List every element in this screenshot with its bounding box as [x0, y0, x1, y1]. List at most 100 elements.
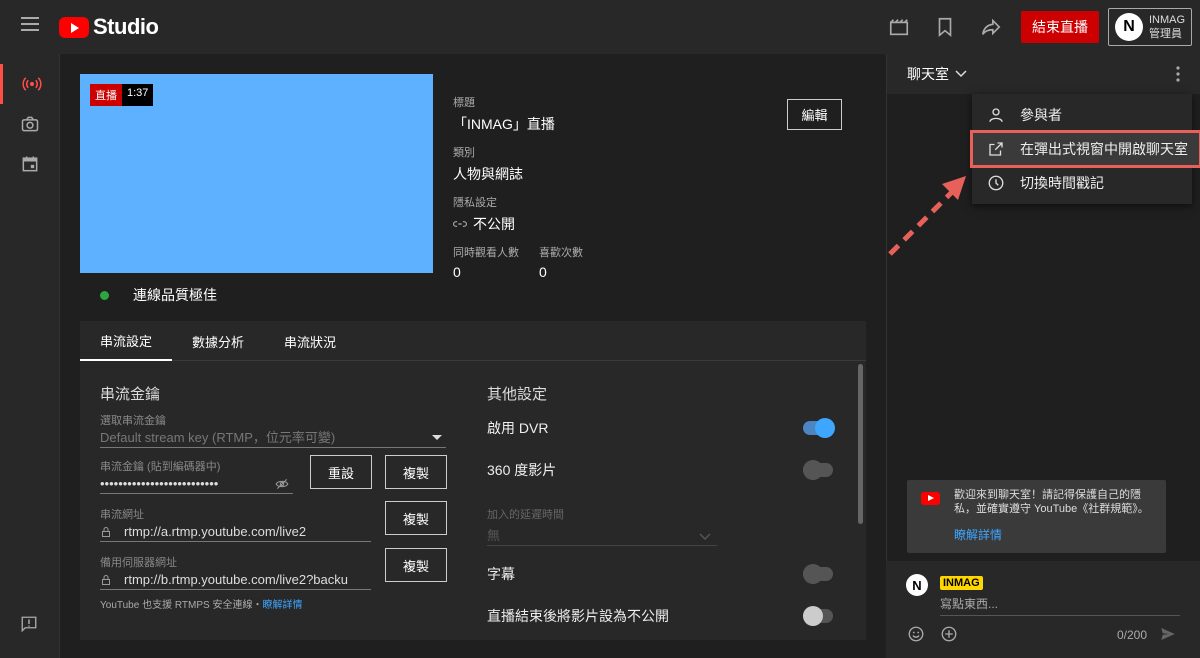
stream-details: 標題 「INMAG」直播 類別 人物與網誌 隱私設定 不公開 同時觀看人數 0 …	[453, 94, 583, 290]
copy-backup-url-button[interactable]: 複製	[385, 548, 447, 582]
captions-label: 字幕	[487, 566, 515, 582]
captions-row: 字幕	[487, 564, 837, 584]
nav-webcam[interactable]	[0, 104, 60, 144]
concurrent-viewers-value: 0	[453, 264, 461, 280]
nav-live-stream[interactable]	[0, 64, 60, 104]
edit-button[interactable]: 編輯	[787, 99, 842, 130]
vr-row: 360 度影片	[487, 460, 837, 480]
lock-icon	[102, 526, 110, 537]
live-broadcast-icon	[21, 77, 42, 91]
backup-url-field[interactable]: rtmp://b.rtmp.youtube.com/live2?backu	[100, 570, 371, 590]
stream-preview[interactable]: 直播 1:37	[80, 74, 433, 273]
chat-user-name: INMAG	[940, 576, 983, 590]
vr-label: 360 度影片	[487, 462, 557, 478]
studio-label: Studio	[93, 14, 159, 39]
tab-analytics[interactable]: 數據分析	[172, 321, 264, 361]
chat-input[interactable]: 寫點東西...	[940, 595, 1180, 616]
avatar: N	[1115, 13, 1143, 41]
chat-options-menu: 參與者 在彈出式視窗中開啟聊天室 切換時間戳記	[970, 94, 1200, 204]
menu-item-popout-chat[interactable]: 在彈出式視窗中開啟聊天室	[970, 130, 1200, 168]
tab-stream-health[interactable]: 串流狀況	[264, 321, 356, 361]
live-tag: 直播	[90, 84, 122, 106]
privacy-value-row: 不公開	[453, 214, 583, 234]
rtmps-note: YouTube 也支援 RTMPS 安全連線・	[100, 600, 263, 611]
select-key-dropdown[interactable]: Default stream key (RTMP，位元率可變)	[100, 428, 446, 448]
chat-title[interactable]: 聊天室	[907, 64, 949, 84]
stream-url-field[interactable]: rtmp://a.rtmp.youtube.com/live2	[100, 522, 371, 542]
rtmps-learn-more-link[interactable]: 瞭解詳情	[262, 600, 302, 611]
chat-input-area: N INMAG 寫點東西... 0/200	[886, 561, 1200, 658]
clock-icon	[986, 173, 1006, 193]
popout-icon	[986, 139, 1006, 159]
privacy-value: 不公開	[473, 216, 515, 232]
feedback-button[interactable]	[20, 615, 38, 638]
dropdown-arrow-icon	[432, 435, 442, 440]
char-count: 0/200	[1117, 628, 1148, 642]
calendar-icon	[22, 156, 38, 172]
other-settings-title: 其他設定	[487, 386, 548, 403]
clapperboard-icon[interactable]	[888, 16, 910, 38]
account-switcher[interactable]: N INMAG 管理員	[1108, 8, 1192, 46]
add-icon[interactable]	[940, 625, 958, 643]
settings-scrollbar[interactable]	[858, 364, 863, 524]
hamburger-menu-icon[interactable]	[21, 17, 39, 35]
likes-value: 0	[539, 264, 547, 280]
chat-input-placeholder: 寫點東西...	[940, 597, 999, 611]
unlist-label: 直播結束後將影片設為不公開	[487, 608, 669, 624]
tab-stream-settings[interactable]: 串流設定	[80, 321, 173, 361]
eye-off-icon[interactable]	[275, 477, 289, 491]
account-role: 管理員	[1149, 28, 1182, 40]
copy-url-button[interactable]: 複製	[385, 501, 447, 535]
welcome-learn-more-link[interactable]: 瞭解詳情	[954, 526, 1002, 543]
main-panel: 直播 1:37 標題 「INMAG」直播 類別 人物與網誌 隱私設定 不公開 同…	[80, 74, 866, 640]
likes-label: 喜歡次數	[539, 247, 583, 259]
chat-header: 聊天室	[887, 54, 1200, 94]
stream-key-value: ••••••••••••••••••••••••••	[100, 476, 219, 491]
category-value: 人物與網誌	[453, 166, 523, 182]
other-settings-section: 其他設定 啟用 DVR 360 度影片 加入的延遲時間 無 字幕 直播結束後將影…	[487, 383, 837, 626]
privacy-label: 隱私設定	[453, 197, 497, 209]
delay-value: 無	[487, 528, 501, 543]
youtube-play-icon	[59, 16, 89, 38]
select-key-value: Default stream key (RTMP，位元率可變)	[100, 430, 336, 445]
youtube-studio-logo[interactable]: Studio	[59, 14, 159, 40]
delay-dropdown: 無	[487, 526, 717, 546]
chat-avatar: N	[906, 574, 928, 596]
menu-item-toggle-timestamps[interactable]: 切換時間戳記	[972, 166, 1192, 200]
captions-toggle[interactable]	[803, 564, 833, 584]
unlist-toggle[interactable]	[803, 606, 833, 626]
title-label: 標題	[453, 97, 475, 109]
menu-item-label: 參與者	[1020, 107, 1062, 123]
chevron-down-icon[interactable]	[955, 70, 967, 78]
quality-label: 連線品質極佳	[133, 287, 217, 303]
end-live-button[interactable]: 結束直播	[1021, 11, 1099, 43]
category-label: 類別	[453, 147, 475, 159]
send-icon[interactable]	[1159, 625, 1177, 643]
elapsed-time: 1:37	[122, 84, 154, 106]
select-key-label: 選取串流金鑰	[100, 415, 166, 427]
dvr-row: 啟用 DVR	[487, 418, 837, 438]
more-vert-icon[interactable]	[1176, 66, 1180, 82]
tab-bar: 串流設定 數據分析 串流狀況	[80, 321, 866, 361]
rtmps-note-row: YouTube 也支援 RTMPS 安全連線・瞭解詳情	[100, 596, 446, 611]
nav-manage[interactable]	[0, 144, 60, 184]
lock-icon	[102, 574, 110, 585]
live-badge: 直播 1:37	[90, 84, 154, 106]
stream-key-title: 串流金鑰	[100, 386, 161, 403]
person-icon	[986, 105, 1006, 125]
menu-item-participants[interactable]: 參與者	[972, 98, 1192, 132]
top-bar: Studio 結束直播 N INMAG 管理員	[0, 0, 1200, 54]
account-name: INMAG	[1149, 14, 1186, 26]
stream-key-field[interactable]: ••••••••••••••••••••••••••	[100, 474, 293, 494]
vr-toggle[interactable]	[803, 460, 833, 480]
reset-key-button[interactable]: 重設	[310, 455, 372, 489]
stream-url-value: rtmp://a.rtmp.youtube.com/live2	[124, 523, 307, 539]
bookmark-icon[interactable]	[934, 16, 956, 38]
backup-url-value: rtmp://b.rtmp.youtube.com/live2?backu	[124, 571, 348, 587]
copy-key-button[interactable]: 複製	[385, 455, 447, 489]
link-icon	[453, 221, 467, 227]
welcome-text: 歡迎來到聊天室！請記得保護自己的隱私，並確實遵守 YouTube《社群規範》。	[954, 489, 1149, 515]
share-icon[interactable]	[980, 16, 1002, 38]
emoji-icon[interactable]	[907, 625, 925, 643]
dvr-toggle[interactable]	[803, 418, 835, 438]
